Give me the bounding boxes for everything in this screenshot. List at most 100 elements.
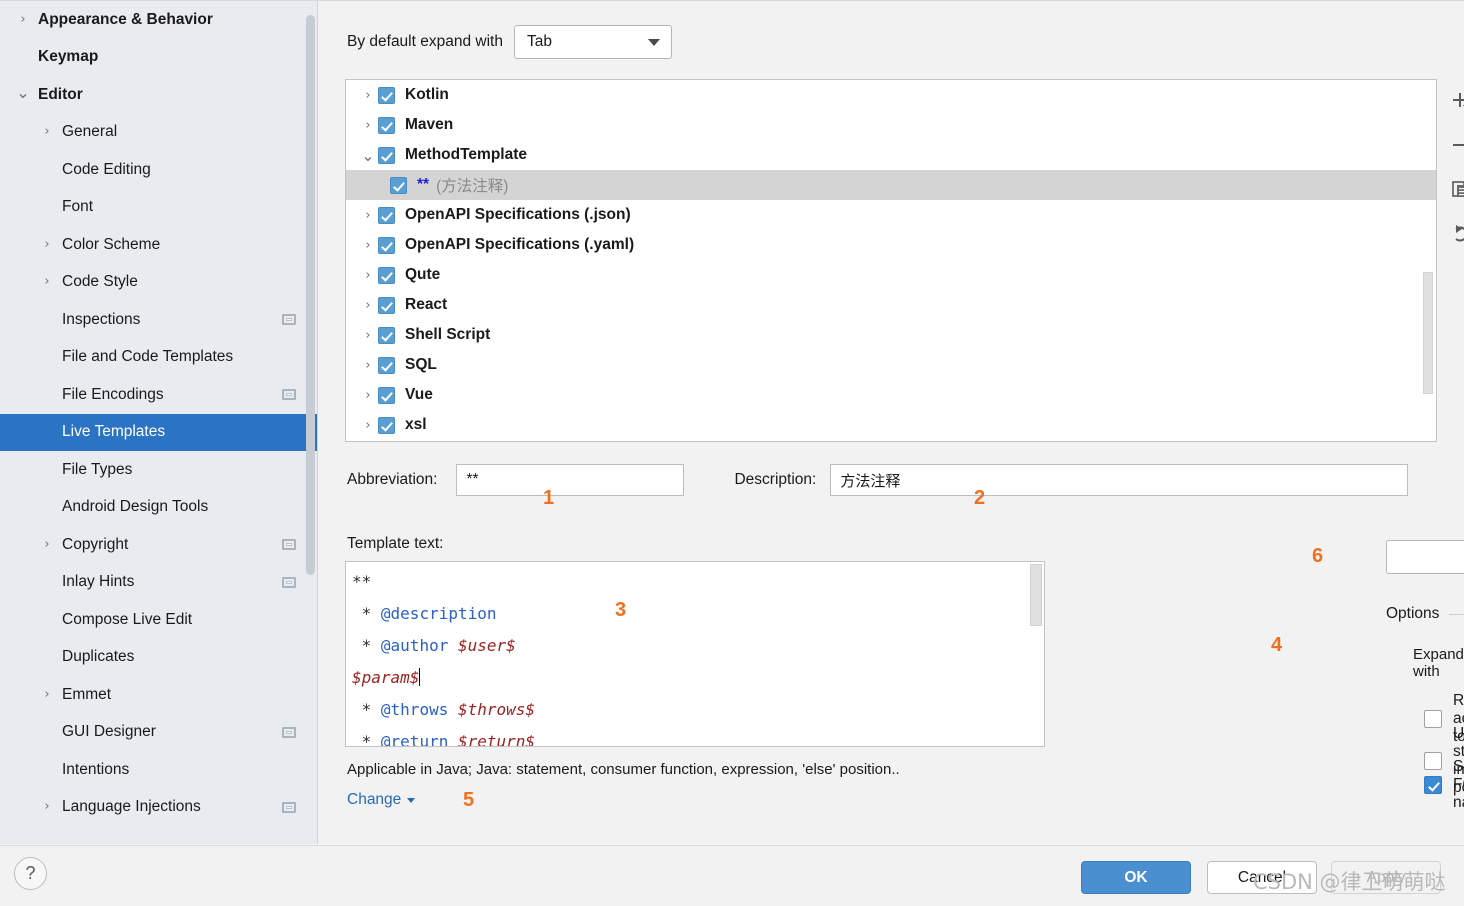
sidebar-item-inlay-hints[interactable]: Inlay Hints — [0, 564, 318, 602]
duplicate-template-button[interactable] — [1438, 167, 1464, 211]
checkbox[interactable] — [390, 176, 407, 194]
help-button[interactable]: ? — [14, 857, 47, 890]
table-row[interactable]: › Qute — [346, 260, 1436, 290]
sidebar-item-file-types[interactable]: File Types — [0, 451, 318, 489]
sidebar-item-emmet[interactable]: › Emmet — [0, 676, 318, 714]
option-shorten-fq-names[interactable]: Shorten FQ names — [1424, 758, 1464, 812]
chevron-down-icon[interactable]: ⌄ — [16, 84, 30, 100]
chevron-right-icon[interactable]: › — [358, 118, 378, 133]
sidebar-item-font[interactable]: Font — [0, 189, 318, 227]
chevron-right-icon[interactable]: › — [358, 298, 378, 313]
sidebar-item-copyright[interactable]: › Copyright — [0, 526, 318, 564]
chevron-right-icon[interactable]: › — [358, 388, 378, 403]
cancel-button[interactable]: Cancel — [1207, 861, 1317, 894]
text-caret — [419, 668, 421, 686]
default-expand-select[interactable]: Tab — [513, 25, 672, 59]
abbreviation-input[interactable]: ** — [456, 464, 685, 496]
chevron-right-icon[interactable]: › — [358, 268, 378, 283]
sidebar-item-live-templates[interactable]: Live Templates — [0, 413, 318, 451]
revert-template-button[interactable] — [1438, 211, 1464, 255]
chevron-right-icon[interactable]: › — [40, 237, 54, 252]
chevron-right-icon[interactable]: › — [40, 687, 54, 702]
sidebar-item-keymap[interactable]: Keymap — [0, 39, 318, 77]
checkbox[interactable] — [378, 146, 395, 164]
sidebar-item-intentions[interactable]: Intentions — [0, 751, 318, 789]
table-row[interactable]: › xsl — [346, 410, 1436, 440]
checkbox[interactable] — [378, 236, 395, 254]
sidebar-item-label: Editor — [38, 85, 83, 103]
ok-button[interactable]: OK — [1081, 861, 1191, 894]
table-row[interactable]: › Kotlin — [346, 80, 1436, 110]
sidebar-item-label: General — [62, 123, 118, 141]
chevron-right-icon[interactable]: › — [40, 800, 54, 814]
table-row[interactable]: › React — [346, 290, 1436, 320]
sidebar-item-code-style[interactable]: › Code Style — [0, 264, 318, 302]
default-expand-value: Tab — [526, 33, 552, 50]
sidebar-item-file-encodings[interactable]: File Encodings — [0, 376, 318, 414]
code-token: $return$ — [457, 732, 536, 747]
sidebar-item-compose-live-edit[interactable]: Compose Live Edit — [0, 601, 318, 639]
settings-sidebar[interactable]: › Appearance & Behavior Keymap ⌄ Editor › Gene… — [0, 0, 318, 844]
table-row[interactable]: ⌄ MethodTemplate — [346, 140, 1436, 170]
checkbox[interactable] — [1424, 776, 1442, 794]
change-context-link[interactable]: Change — [347, 791, 416, 809]
table-row[interactable]: › SQL — [346, 350, 1436, 380]
checkbox[interactable] — [378, 86, 395, 104]
table-row[interactable]: › Maven — [346, 110, 1436, 140]
sidebar-item-inspections[interactable]: Inspections — [0, 301, 318, 339]
code-token: $param$ — [352, 668, 420, 687]
sidebar-item-label: Code Editing — [62, 160, 151, 178]
table-row[interactable]: › Shell Script — [346, 320, 1436, 350]
table-row[interactable]: › OpenAPI Specifications (.yaml) — [346, 230, 1436, 260]
checkbox[interactable] — [378, 116, 395, 134]
sidebar-item-gui-designer[interactable]: GUI Designer — [0, 714, 318, 752]
code-token: @throws — [380, 700, 449, 719]
sidebar-item-appearance-behavior[interactable]: › Appearance & Behavior — [0, 1, 318, 39]
sidebar-item-duplicates[interactable]: Duplicates — [0, 639, 318, 677]
chevron-right-icon[interactable]: › — [40, 537, 54, 552]
project-scope-icon — [282, 389, 296, 401]
checkbox[interactable] — [378, 296, 395, 314]
checkbox[interactable] — [378, 266, 395, 284]
sidebar-item-color-scheme[interactable]: › Color Scheme — [0, 226, 318, 264]
sidebar-item-file-and-code-templates[interactable]: File and Code Templates — [0, 339, 318, 377]
add-template-button[interactable] — [1438, 79, 1464, 123]
templates-tree-scrollbar[interactable] — [1423, 272, 1433, 394]
sidebar-item-android-design-tools[interactable]: Android Design Tools — [0, 489, 318, 527]
sidebar-item-label: Language Injections — [62, 798, 201, 816]
chevron-right-icon[interactable]: › — [358, 418, 378, 433]
chevron-right-icon[interactable]: › — [40, 125, 54, 139]
chevron-right-icon[interactable]: › — [358, 88, 378, 103]
template-text-editor[interactable]: ** * @description * @author $user$ $param… — [345, 561, 1045, 747]
sidebar-item-label: Intentions — [62, 760, 130, 778]
sidebar-scrollbar[interactable] — [306, 15, 315, 575]
sidebar-item-general[interactable]: › General — [0, 114, 318, 152]
sidebar-item-language-injections[interactable]: › Language Injections — [0, 789, 318, 827]
table-row[interactable]: › OpenAPI Specifications (.json) — [346, 200, 1436, 230]
apply-button[interactable]: Apply — [1331, 861, 1441, 894]
description-input[interactable]: 方法注释 — [830, 464, 1409, 496]
sidebar-item-code-editing[interactable]: Code Editing — [0, 151, 318, 189]
chevron-down-icon[interactable]: ⌄ — [358, 146, 378, 165]
checkbox[interactable] — [378, 356, 395, 374]
chevron-right-icon[interactable]: › — [358, 328, 378, 343]
template-editor-scrollbar[interactable] — [1030, 564, 1042, 626]
templates-tree-toolbar — [1438, 79, 1464, 442]
chevron-right-icon[interactable]: › — [16, 12, 30, 27]
remove-template-button[interactable] — [1438, 123, 1464, 167]
table-row[interactable]: ** (方法注释) — [346, 170, 1436, 200]
checkbox[interactable] — [378, 206, 395, 224]
templates-tree[interactable]: › Kotlin › Maven ⌄ MethodTemplate ** (方法注释) › Ope… — [345, 79, 1437, 442]
chevron-right-icon[interactable]: › — [358, 238, 378, 253]
chevron-right-icon[interactable]: › — [40, 275, 54, 289]
checkbox[interactable] — [378, 416, 395, 434]
checkbox[interactable] — [378, 386, 395, 404]
code-token: @author — [380, 636, 449, 655]
table-row[interactable]: › Vue — [346, 380, 1436, 410]
chevron-right-icon[interactable]: › — [358, 358, 378, 373]
checkbox[interactable] — [378, 326, 395, 344]
sidebar-item-editor[interactable]: ⌄ Editor — [0, 76, 318, 114]
chevron-right-icon[interactable]: › — [358, 208, 378, 223]
edit-variables-button[interactable]: Edit Variables... — [1386, 540, 1464, 574]
